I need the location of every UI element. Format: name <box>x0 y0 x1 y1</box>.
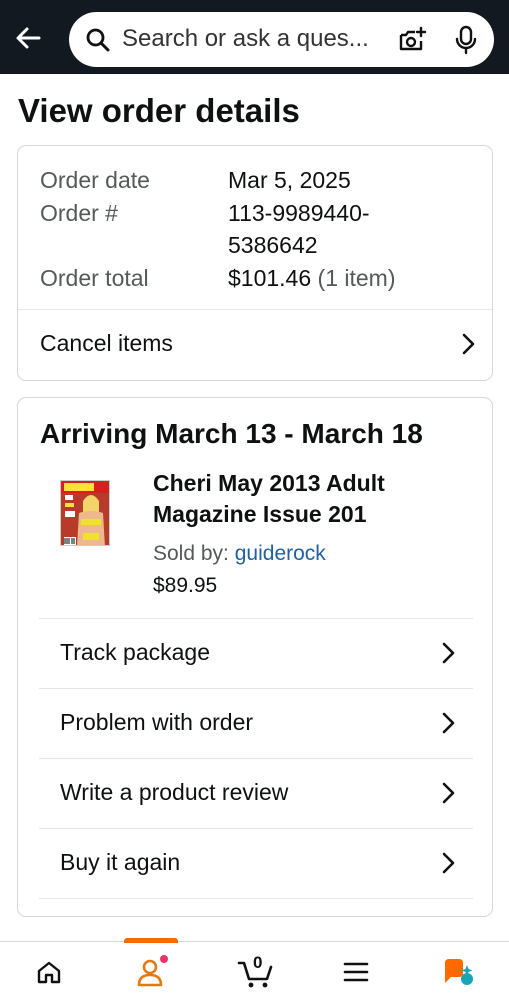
nav-assistant[interactable] <box>428 952 488 992</box>
magazine-cover-image <box>61 481 109 545</box>
back-button[interactable] <box>8 18 48 58</box>
search-bar[interactable]: Search or ask a ques... <box>69 12 494 67</box>
nav-cart[interactable]: 0 <box>226 952 286 992</box>
sold-by: Sold by: guiderock <box>153 542 326 566</box>
product-name[interactable]: Cheri May 2013 Adult Magazine Issue 201 <box>153 468 453 530</box>
page-title: View order details <box>18 92 300 129</box>
sold-by-label: Sold by: <box>153 542 229 565</box>
track-package-row[interactable]: Track package <box>39 619 473 688</box>
order-total-amount: $101.46 <box>228 265 312 291</box>
nav-home[interactable] <box>19 952 79 992</box>
chevron-right-icon <box>442 642 455 664</box>
seller-link[interactable]: guiderock <box>235 542 326 565</box>
order-total-value: $101.46 (1 item) <box>228 265 395 292</box>
camera-search-icon[interactable] <box>397 25 427 55</box>
search-input[interactable]: Search or ask a ques... <box>122 25 369 53</box>
nav-account[interactable] <box>121 952 181 992</box>
track-package-label: Track package <box>60 639 210 665</box>
order-number-value-line2: 5386642 <box>228 232 318 258</box>
product-price: $89.95 <box>153 574 218 597</box>
order-date-label: Order date <box>40 167 150 193</box>
arrival-date: Arriving March 13 - March 18 <box>40 418 423 449</box>
microphone-icon[interactable] <box>453 25 479 55</box>
buy-it-again-row[interactable]: Buy it again <box>39 829 473 898</box>
order-number-value-line1: 113-9989440- <box>228 200 370 226</box>
order-summary-card: Order date Mar 5, 2025 Order # 113-99894… <box>17 145 493 381</box>
order-item-count: (1 item) <box>317 265 396 291</box>
order-date-value: Mar 5, 2025 <box>228 167 351 193</box>
cart-count: 0 <box>253 953 263 972</box>
menu-icon <box>343 962 369 982</box>
account-icon <box>137 955 168 987</box>
home-icon <box>37 961 61 984</box>
cancel-items-row[interactable]: Cancel items <box>18 310 492 380</box>
problem-with-order-label: Problem with order <box>60 709 254 735</box>
shipment-card: Arriving March 13 - March 18 Cheri May 2… <box>17 397 493 917</box>
problem-with-order-row[interactable]: Problem with order <box>39 689 473 758</box>
back-arrow-icon <box>16 27 41 49</box>
bottom-navigation: 0 <box>0 938 509 1000</box>
order-total-label: Order total <box>40 265 149 291</box>
cancel-items-label: Cancel items <box>40 330 173 356</box>
active-tab-indicator <box>124 938 178 943</box>
divider <box>39 898 473 899</box>
buy-it-again-label: Buy it again <box>60 849 181 875</box>
chevron-right-icon <box>442 852 455 874</box>
search-icon <box>86 28 110 52</box>
write-review-label: Write a product review <box>60 779 289 805</box>
chevron-right-icon <box>442 712 455 734</box>
assistant-icon <box>445 959 473 985</box>
write-review-row[interactable]: Write a product review <box>39 759 473 828</box>
order-number-label: Order # <box>40 200 118 226</box>
chevron-right-icon <box>442 782 455 804</box>
top-bar: Search or ask a ques... <box>0 0 509 74</box>
nav-menu[interactable] <box>326 952 386 992</box>
product-image[interactable] <box>60 480 110 546</box>
chevron-right-icon <box>462 333 475 355</box>
